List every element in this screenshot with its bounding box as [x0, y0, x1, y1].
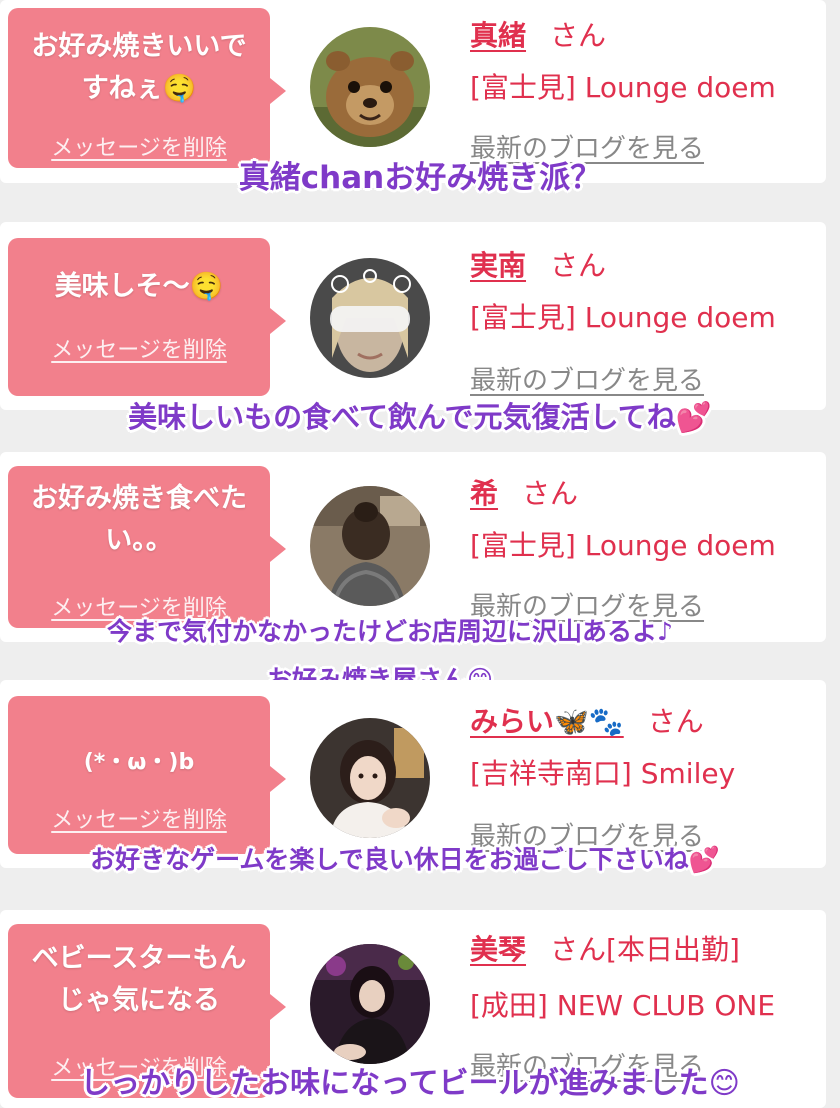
message-card: 美味しそ〜🤤 メッセージを削除 実南 さん [富士見] Lounge doem 最… — [0, 222, 826, 410]
sender-name-row: 美琴 さん[本日出勤] — [470, 928, 740, 968]
sender-name-link[interactable]: みらい🦋🐾 — [470, 705, 624, 738]
message-bubble: お好み焼き食べた い。。 メッセージを削除 — [8, 466, 286, 628]
status-suffix: [本日出勤] — [606, 933, 740, 966]
store-label: [成田] NEW CLUB ONE — [470, 989, 776, 1022]
sender-name-link[interactable]: 美琴 — [470, 933, 526, 966]
message-text: ベビースターもん じゃ気になる — [31, 943, 247, 1016]
avatar[interactable] — [310, 27, 430, 147]
message-bubble: 美味しそ〜🤤 メッセージを削除 — [8, 238, 286, 396]
store-label: [吉祥寺南口] Smiley — [470, 757, 736, 790]
sender-name-row: みらい🦋🐾 さん — [470, 700, 704, 740]
message-text: お好み焼き食べた い。。 — [31, 483, 247, 556]
overlay-caption: 真緒chanお好み焼き派？ — [238, 160, 602, 196]
avatar[interactable] — [310, 944, 430, 1064]
message-text: お好み焼きいいで すねぇ🤤 — [31, 31, 247, 104]
message-bubble: (*・ω・)b メッセージを削除 — [8, 696, 286, 854]
avatar[interactable] — [310, 718, 430, 838]
sender-name-link[interactable]: 真緒 — [470, 19, 526, 52]
overlay-caption: しっかりしたお味になってビールが進みました😊 — [80, 1066, 740, 1101]
overlay-caption: 美味しいもの食べて飲んで元気復活してね💕 — [128, 400, 712, 434]
honorific: さん — [647, 705, 704, 738]
honorific: さん — [550, 933, 607, 966]
store-label: [富士見] Lounge doem — [470, 301, 776, 334]
message-text: 美味しそ〜🤤 — [54, 271, 224, 302]
overlay-caption: お好きなゲームを楽しで良い休日をお過ごし下さいね💕 — [90, 845, 720, 874]
sender-name-link[interactable]: 実南 — [470, 249, 526, 282]
store-label: [富士見] Lounge doem — [470, 529, 776, 562]
sender-name-link[interactable]: 希 — [470, 477, 498, 510]
sender-name-row: 実南 さん — [470, 244, 606, 284]
message-bubble: お好み焼きいいで すねぇ🤤 メッセージを削除 — [8, 8, 286, 168]
honorific: さん — [550, 249, 607, 282]
honorific: さん — [550, 19, 607, 52]
overlay-caption: 今まで気付かなかったけどお店周辺に沢山あるよ♪ — [107, 617, 673, 646]
message-text: (*・ω・)b — [83, 750, 195, 775]
delete-message-link[interactable]: メッセージを削除 — [8, 802, 270, 834]
delete-message-link[interactable]: メッセージを削除 — [8, 332, 270, 364]
latest-blog-link[interactable]: 最新のブログを見る — [470, 360, 704, 397]
store-label: [富士見] Lounge doem — [470, 71, 776, 104]
avatar[interactable] — [310, 258, 430, 378]
sender-name-row: 希さん — [470, 472, 578, 512]
honorific: さん — [522, 477, 579, 510]
avatar[interactable] — [310, 486, 430, 606]
sender-name-row: 真緒 さん — [470, 14, 606, 54]
